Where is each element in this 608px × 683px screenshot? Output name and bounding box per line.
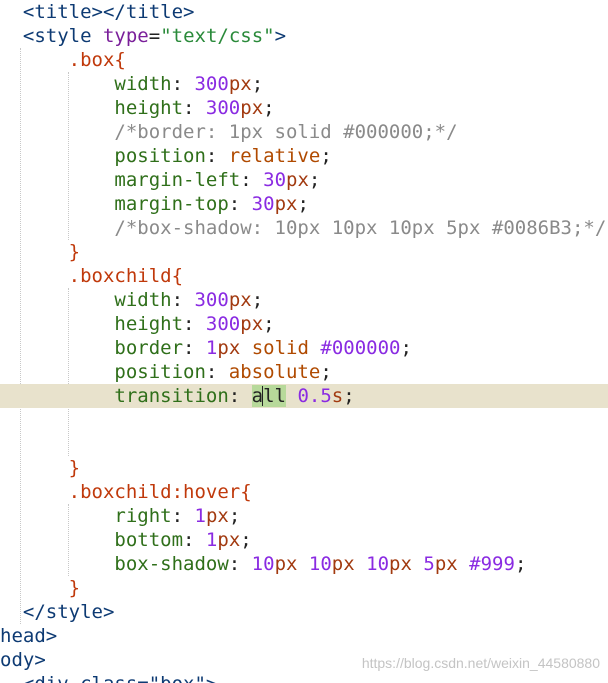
code-line: }: [68, 577, 81, 599]
code-line: <style type="text/css">: [22, 25, 287, 47]
code-line: position: absolute;: [114, 361, 332, 383]
code-line: margin-left: 30px;: [114, 169, 321, 191]
code-line: <title></title>: [22, 1, 195, 23]
code-line: .boxchild{: [68, 265, 184, 287]
code-line: box-shadow: 10px 10px 10px 5px #999;: [114, 553, 527, 575]
code-line: border: 1px solid #000000;: [114, 337, 412, 359]
current-line[interactable]: transition: all 0.5s;: [0, 384, 608, 408]
code-line: height: 300px;: [114, 313, 275, 335]
code-line: /*box-shadow: 10px 10px 10px 5px #0086B3…: [114, 217, 607, 239]
code-line: .boxchild:hover{: [68, 481, 252, 503]
code-line: right: 1px;: [114, 505, 241, 527]
code-line: height: 300px;: [114, 97, 275, 119]
code-line: head>: [0, 625, 58, 647]
code-line: /*border: 1px solid #000000;*/: [114, 121, 458, 143]
code-line: bottom: 1px;: [114, 529, 252, 551]
code-line: <div class="box">: [0, 672, 608, 683]
code-line: }: [68, 457, 81, 479]
text-cursor: [262, 386, 263, 406]
code-line: }: [68, 241, 81, 263]
code-line: width: 300px;: [114, 73, 264, 95]
code-line: width: 300px;: [114, 289, 264, 311]
code-line: margin-top: 30px;: [114, 193, 309, 215]
code-editor[interactable]: <title></title> <style type="text/css"> …: [0, 0, 608, 683]
watermark: https://blog.csdn.net/weixin_44580880: [361, 655, 600, 671]
highlighted-word: all: [251, 385, 286, 407]
code-line: </style>: [22, 601, 115, 623]
code-line: .box{: [68, 49, 126, 71]
code-line: position: relative;: [114, 145, 332, 167]
